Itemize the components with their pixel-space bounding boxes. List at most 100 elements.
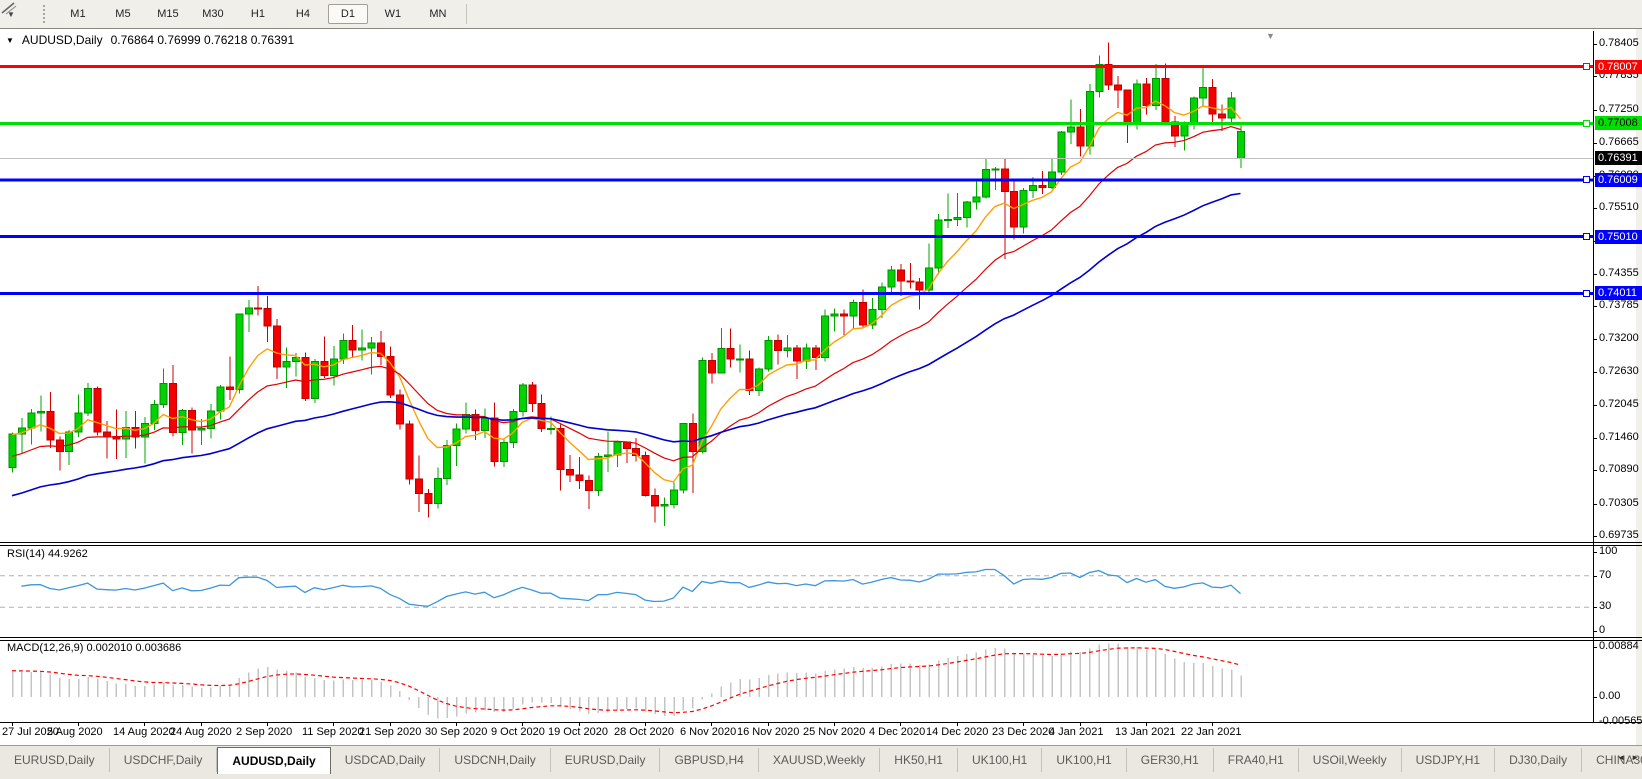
chart-tab-xauusd-weekly[interactable]: XAUUSD,Weekly <box>759 748 880 772</box>
date-label: 28 Oct 2020 <box>614 726 674 738</box>
chart-tab-usdjpy-h1[interactable]: USDJPY,H1 <box>1402 748 1495 772</box>
timeframe-button-m5[interactable]: M5 <box>103 4 143 24</box>
chart-expand-icon[interactable]: ▼ <box>6 36 14 45</box>
hline-handle[interactable] <box>1583 233 1590 240</box>
hline-handle[interactable] <box>1583 63 1590 70</box>
chart-tab-eurusd-daily[interactable]: EURUSD,Daily <box>551 748 661 772</box>
date-label: 4 Jan 2021 <box>1049 726 1103 738</box>
timeframe-button-m15[interactable]: M15 <box>148 4 188 24</box>
rsi-tick <box>1593 576 1597 577</box>
price-line-badge: 0.77008 <box>1595 116 1642 130</box>
date-label: 2 Sep 2020 <box>236 726 292 738</box>
panel-separator[interactable] <box>0 637 1642 638</box>
timeframe-button-m1[interactable]: M1 <box>58 4 98 24</box>
rsi-tick <box>1593 631 1597 632</box>
rsi-tick <box>1593 607 1597 608</box>
chart-tab-audusd-daily[interactable]: AUDUSD,Daily <box>217 747 330 774</box>
price-axis-line <box>1593 31 1594 722</box>
chart-tab-bar: EURUSD,DailyUSDCHF,DailyAUDUSD,DailyUSDC… <box>0 745 1642 779</box>
chart-shift-marker-icon[interactable]: ▼ <box>1266 31 1275 41</box>
price-line-badge: 0.78007 <box>1595 60 1642 74</box>
macd-tick <box>1593 647 1597 648</box>
macd-tick-label: -0.005651 <box>1599 715 1642 727</box>
timeframe-button-group: M1M5M15M30H1H4D1W1MN <box>58 4 458 24</box>
current-price-badge: 0.76391 <box>1595 151 1642 165</box>
price-tick-label: 0.73785 <box>1599 299 1639 311</box>
price-tick-label: 0.71460 <box>1599 431 1639 443</box>
timeframe-button-mn[interactable]: MN <box>418 4 458 24</box>
chevron-down-icon: ▼ <box>7 10 15 19</box>
tab-scroll-buttons: ◄ ► <box>1617 753 1639 762</box>
price-tick-label: 0.70890 <box>1599 463 1639 475</box>
drawing-tool-button[interactable]: ▼ <box>4 10 15 19</box>
rsi-tick-label: 0 <box>1599 624 1605 636</box>
date-label: 5 Aug 2020 <box>47 726 103 738</box>
date-label: 14 Dec 2020 <box>926 726 988 738</box>
timeframe-button-w1[interactable]: W1 <box>373 4 413 24</box>
chart-tab-usdcnh-daily[interactable]: USDCNH,Daily <box>440 748 550 772</box>
rsi-tick-label: 70 <box>1599 569 1611 581</box>
date-label: 30 Sep 2020 <box>425 726 487 738</box>
chart-tab-eurusd-daily[interactable]: EURUSD,Daily <box>0 748 110 772</box>
timeframe-button-h4[interactable]: H4 <box>283 4 323 24</box>
chart-tab-gbpusd-h4[interactable]: GBPUSD,H4 <box>660 748 758 772</box>
rsi-indicator-label: RSI(14) 44.9262 <box>7 548 88 560</box>
price-tick <box>1593 405 1597 406</box>
price-tick-label: 0.73200 <box>1599 332 1639 344</box>
chart-symbol-label: AUDUSD,Daily <box>22 33 103 47</box>
price-tick <box>1593 339 1597 340</box>
hline-handle[interactable] <box>1583 176 1590 183</box>
macd-tick <box>1593 722 1597 723</box>
timeframe-button-m30[interactable]: M30 <box>193 4 233 24</box>
price-tick <box>1593 536 1597 537</box>
rsi-tick-label: 30 <box>1599 600 1611 612</box>
panel-separator[interactable] <box>0 640 1642 641</box>
date-label: 19 Oct 2020 <box>548 726 608 738</box>
price-tick <box>1593 208 1597 209</box>
date-label: 21 Sep 2020 <box>359 726 421 738</box>
chart-tab-dj30-daily[interactable]: DJ30,Daily <box>1495 748 1582 772</box>
chart-tab-usdchf-daily[interactable]: USDCHF,Daily <box>110 748 218 772</box>
price-line-badge: 0.76009 <box>1595 173 1642 187</box>
chart-window[interactable]: ▼ AUDUSD,Daily 0.76864 0.76999 0.76218 0… <box>0 28 1642 746</box>
macd-indicator-label: MACD(12,26,9) 0.002010 0.003686 <box>7 642 181 654</box>
price-tick-label: 0.74355 <box>1599 267 1639 279</box>
date-label: 24 Aug 2020 <box>170 726 232 738</box>
chart-tab-usdcad-daily[interactable]: USDCAD,Daily <box>331 748 441 772</box>
tab-scroll-right-icon[interactable]: ► <box>1631 753 1639 762</box>
price-line-badge: 0.75010 <box>1595 230 1642 244</box>
date-label: 13 Jan 2021 <box>1115 726 1176 738</box>
price-tick <box>1593 76 1597 77</box>
date-label: 25 Nov 2020 <box>803 726 865 738</box>
macd-tick-label: 0.00884 <box>1599 640 1639 652</box>
tab-scroll-left-icon[interactable]: ◄ <box>1617 753 1625 762</box>
timeframe-button-h1[interactable]: H1 <box>238 4 278 24</box>
date-label: 22 Jan 2021 <box>1181 726 1242 738</box>
chart-tab-uk100-h1[interactable]: UK100,H1 <box>1042 748 1126 772</box>
hline-handle[interactable] <box>1583 120 1590 127</box>
chart-tab-usoil-weekly[interactable]: USOil,Weekly <box>1299 748 1402 772</box>
chart-tab-uk100-h1[interactable]: UK100,H1 <box>958 748 1042 772</box>
chart-tab-fra40-h1[interactable]: FRA40,H1 <box>1214 748 1299 772</box>
price-tick <box>1593 44 1597 45</box>
timeframe-button-d1[interactable]: D1 <box>328 4 368 24</box>
date-label: 23 Dec 2020 <box>992 726 1054 738</box>
price-tick <box>1593 504 1597 505</box>
chart-tab-ger30-h1[interactable]: GER30,H1 <box>1127 748 1214 772</box>
price-tick-label: 0.70305 <box>1599 497 1639 509</box>
panel-separator[interactable] <box>0 545 1642 546</box>
macd-tick-label: 0.00 <box>1599 690 1620 702</box>
price-tick-label: 0.72045 <box>1599 398 1639 410</box>
rsi-tick-label: 100 <box>1599 545 1617 557</box>
chart-tab-hk50-h1[interactable]: HK50,H1 <box>880 748 958 772</box>
date-label: 9 Oct 2020 <box>491 726 545 738</box>
panel-separator[interactable] <box>0 542 1642 543</box>
price-tick-label: 0.72630 <box>1599 365 1639 377</box>
hline-handle[interactable] <box>1583 290 1590 297</box>
price-tick-label: 0.69735 <box>1599 529 1639 541</box>
date-label: 6 Nov 2020 <box>680 726 736 738</box>
toolbar-grip-handle[interactable] <box>43 5 48 23</box>
price-tick-label: 0.77250 <box>1599 103 1639 115</box>
x-axis-line <box>0 722 1642 723</box>
price-tick-label: 0.76665 <box>1599 136 1639 148</box>
